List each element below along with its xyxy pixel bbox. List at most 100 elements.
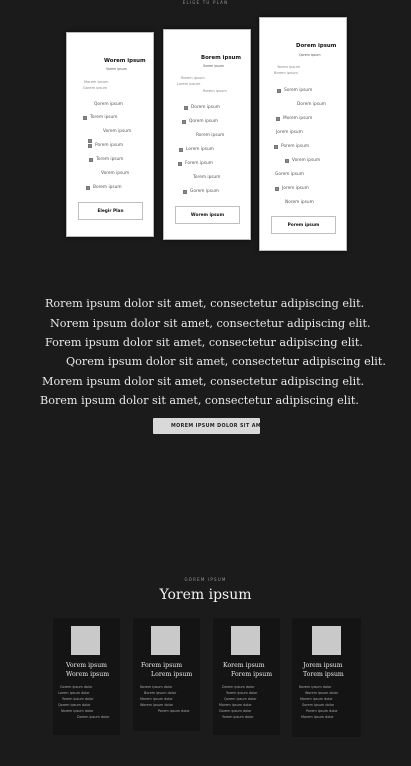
plan-feature: Vorem ipsum <box>101 171 130 176</box>
member-detail: Gorem ipsum dolor <box>60 685 93 689</box>
checkbox-icon[interactable] <box>274 145 278 149</box>
pricing-eyebrow: ELIGE TU PLAN <box>182 0 229 5</box>
member-detail: Qorem ipsum dolor <box>58 703 91 707</box>
plan-feature: Morem ipsum <box>283 116 313 121</box>
plan-intro-line: Morem ipsum <box>84 80 109 84</box>
hero-line: Borem ipsum dolor sit amet, consectetur … <box>40 394 359 407</box>
checkbox-icon[interactable] <box>182 120 186 124</box>
member-detail: Norem ipsum dolor <box>61 709 94 713</box>
member-detail: Morem ipsum dolor <box>219 703 252 707</box>
member-detail: Qorem ipsum dolor <box>224 697 257 701</box>
checkbox-icon[interactable] <box>285 159 289 163</box>
plan-title: Worem ipsum <box>104 58 146 64</box>
avatar <box>231 626 260 655</box>
plan-feature: Rorem ipsum <box>196 133 225 138</box>
choose-plan-button[interactable]: Elegir Plan <box>78 202 143 220</box>
hero-cta-button[interactable]: MOREM IPSUM DOLOR SIT AMET <box>153 418 260 434</box>
plan-feature: Gorem ipsum <box>190 189 219 194</box>
plan-intro-line: Rorem ipsum <box>203 89 227 93</box>
member-detail: Yorem ipsum dolor <box>62 697 94 701</box>
member-detail: Worem ipsum dolor <box>140 703 174 707</box>
plan-card-1: Worem ipsum Vorem ipsum Morem ipsum Gore… <box>66 32 154 237</box>
member-detail: Yorem ipsum dolor <box>222 715 254 719</box>
member-detail: Morem ipsum dolor <box>300 697 333 701</box>
hero-line: Qorem ipsum dolor sit amet, consectetur … <box>66 355 386 368</box>
plan-card-2: Borem ipsum Sorem ipsum Rorem ipsum Lore… <box>163 29 251 240</box>
choose-plan-button[interactable]: Porem ipsum <box>271 216 336 234</box>
hero-line: Norem ipsum dolor sit amet, consectetur … <box>50 317 371 330</box>
hero-line: Forem ipsum dolor sit amet, consectetur … <box>45 336 363 349</box>
plan-feature: Gorem ipsum <box>275 172 304 177</box>
plan-feature: Porem ipsum <box>281 144 310 149</box>
avatar <box>71 626 100 655</box>
member-name: Forem ipsum <box>141 662 183 669</box>
member-detail: Norem ipsum dolor <box>299 685 332 689</box>
plan-intro-line: Borem ipsum <box>274 71 298 75</box>
member-detail: Lorem ipsum dolor <box>58 691 90 695</box>
member-name: Lorem ipsum <box>151 671 193 678</box>
member-name: Worem ipsum <box>66 671 110 678</box>
checkbox-icon[interactable] <box>277 89 281 93</box>
member-detail: Yorem ipsum dolor <box>226 691 258 695</box>
member-detail: Sorem ipsum dolor <box>302 703 335 707</box>
checkbox-icon[interactable] <box>83 116 87 120</box>
member-name: Jorem ipsum <box>303 662 343 669</box>
member-detail: Dorem ipsum dolor <box>222 685 255 689</box>
plan-feature: Lorem ipsum <box>186 147 214 152</box>
plan-feature: Borem ipsum <box>93 185 122 190</box>
member-detail: Dorem ipsum dolor <box>77 715 110 719</box>
member-detail: Worem ipsum dolor <box>305 691 339 695</box>
member-name: Vorem ipsum <box>66 662 108 669</box>
member-detail: Borem ipsum dolor <box>144 691 177 695</box>
checkbox-icon[interactable] <box>86 186 90 190</box>
checkbox-icon[interactable] <box>183 190 187 194</box>
plan-feature: Norem ipsum <box>285 200 314 205</box>
member-name: Torem ipsum <box>303 671 344 678</box>
checkbox-icon[interactable] <box>179 148 183 152</box>
plan-title: Borem ipsum <box>201 55 241 61</box>
plan-feature: Jorem ipsum <box>276 130 303 135</box>
plan-feature: Vorem ipsum <box>103 129 132 134</box>
checkbox-icon[interactable] <box>276 117 280 121</box>
plan-feature: Sorem ipsum <box>284 88 313 93</box>
plan-feature: Torem ipsum <box>90 115 118 120</box>
plan-subtitle: Sorem ipsum <box>203 64 224 68</box>
plan-feature: Qorem ipsum <box>189 119 218 124</box>
hero-line: Rorem ipsum dolor sit amet, consectetur … <box>45 297 365 310</box>
plan-feature: Dorem ipsum <box>191 105 220 110</box>
checkbox-icon[interactable] <box>88 139 92 143</box>
member-name: Korem ipsum <box>223 662 265 669</box>
plan-feature: Dorem ipsum <box>297 102 326 107</box>
checkbox-icon[interactable] <box>88 144 92 148</box>
checkbox-icon[interactable] <box>178 162 182 166</box>
member-name: Forem ipsum <box>231 671 273 678</box>
member-detail: Porem ipsum dolor <box>158 709 190 713</box>
checkbox-icon[interactable] <box>275 187 279 191</box>
team-card: Vorem ipsum Worem ipsum Gorem ipsum dolo… <box>53 618 120 735</box>
plan-intro-line: Lorem ipsum <box>177 82 201 86</box>
plan-intro-line: Yorem ipsum <box>277 65 301 69</box>
plan-card-3: Dorem ipsum Qorem ipsum Yorem ipsum Bore… <box>259 17 347 251</box>
member-detail: Norem ipsum dolor <box>140 685 173 689</box>
team-eyebrow: GOREM IPSUM <box>184 577 227 582</box>
plan-feature: Jorem ipsum <box>282 186 309 191</box>
hero-line: Morem ipsum dolor sit amet, consectetur … <box>42 375 365 388</box>
plan-intro-line: Rorem ipsum <box>181 76 205 80</box>
plan-feature: Vorem ipsum <box>292 158 321 163</box>
plan-feature: Torem ipsum <box>96 157 124 162</box>
team-title: Yorem ipsum <box>159 587 252 603</box>
plan-subtitle: Qorem ipsum <box>299 53 321 57</box>
checkbox-icon[interactable] <box>89 158 93 162</box>
team-card: Jorem ipsum Torem ipsum Norem ipsum dolo… <box>292 618 361 737</box>
choose-plan-button[interactable]: Worem ipsum <box>175 206 240 224</box>
plan-feature: Torem ipsum <box>193 175 221 180</box>
plan-feature: Porem ipsum <box>95 143 124 148</box>
avatar <box>312 626 341 655</box>
plan-title: Dorem ipsum <box>296 43 337 49</box>
member-detail: Morem ipsum dolor <box>301 715 334 719</box>
plan-feature: Qorem ipsum <box>94 102 123 107</box>
plan-subtitle: Vorem ipsum <box>106 67 127 71</box>
member-detail: Porem ipsum dolor <box>306 709 338 713</box>
checkbox-icon[interactable] <box>184 106 188 110</box>
member-detail: Gorem ipsum dolor <box>219 709 252 713</box>
